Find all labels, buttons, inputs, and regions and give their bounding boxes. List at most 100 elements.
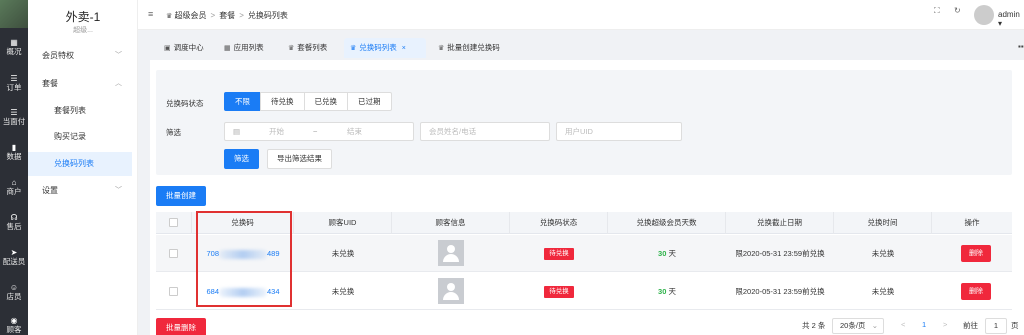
goto-label: 前往 [963, 321, 978, 330]
rail-item-facepay[interactable]: ☰ 当面付 [0, 108, 28, 126]
select-all-checkbox[interactable] [169, 218, 178, 227]
current-page[interactable]: 1 [922, 320, 926, 329]
header-actions: 操作 [964, 218, 980, 227]
clerk-icon: ☺ [9, 283, 19, 292]
days-cell: 30 天 [658, 249, 676, 258]
rail-item-courier[interactable]: ➤ 配送员 [0, 248, 28, 266]
crown-icon: ♛ [166, 13, 173, 20]
date-end: 结束 [347, 127, 362, 136]
rail-item-orders[interactable]: ☰ 订单 [0, 74, 28, 92]
store-name: 外卖-1 [65, 10, 101, 24]
days-cell: 30 天 [658, 287, 676, 296]
member-search-input[interactable]: 会员姓名/电话 [420, 122, 550, 141]
close-icon[interactable]: × [402, 45, 406, 52]
tab-batch-create[interactable]: ♛ 批量创建兑换码 [432, 38, 506, 58]
status-badge: 待兑换 [544, 286, 574, 299]
grid-icon: ▦ [224, 45, 231, 52]
breadcrumb-mid[interactable]: 套餐 [219, 11, 235, 20]
menu-item-package[interactable]: 套餐 ︿ [28, 72, 132, 96]
header-customer-info: 顾客信息 [392, 212, 510, 234]
chevron-down-icon: ⌄ [871, 321, 878, 330]
rail-item-clerk[interactable]: ☺ 店员 [0, 283, 28, 301]
crown-icon: ♛ [438, 45, 445, 52]
rail-item-merchant[interactable]: ⌂ 商户 [0, 178, 28, 196]
menu-item-member-privilege[interactable]: 会员特权 ﹀ [28, 44, 132, 68]
export-button[interactable]: 导出筛选结果 [267, 149, 332, 169]
status-option-expired[interactable]: 已过期 [347, 92, 392, 111]
dispatch-icon: ▣ [164, 45, 171, 52]
batch-create-button[interactable]: 批量创建 [156, 186, 206, 206]
crown-icon: ♛ [350, 45, 357, 52]
status-cell: 待兑换 [510, 235, 608, 272]
row-checkbox[interactable] [169, 287, 178, 296]
header-uid: 顾客UID [294, 212, 392, 234]
filter-button[interactable]: 筛选 [224, 149, 259, 169]
delete-button[interactable]: 删除 [961, 283, 991, 300]
delete-button[interactable]: 删除 [961, 245, 991, 262]
menu-fold-icon[interactable]: ≡ [148, 9, 153, 19]
tab-app-list[interactable]: ▦ 应用列表 [218, 38, 270, 58]
chevron-up-icon: ︿ [115, 80, 122, 87]
rail-item-customer[interactable]: ◉ 顾客 [0, 316, 28, 334]
deadline-cell: 限2020-05-31 23:59前兑换 [735, 249, 825, 258]
page-size-select[interactable]: 20条/页 ⌄ [832, 318, 884, 334]
status-cell: 待兑换 [510, 273, 608, 310]
status-badge: 待兑换 [544, 248, 574, 261]
store-avatar[interactable] [0, 0, 28, 28]
menu-item-package-list[interactable]: 套餐列表 [28, 99, 132, 123]
date-start: 开始 [269, 127, 284, 136]
rail-item-aftersale[interactable]: ☊ 售后 [0, 213, 28, 231]
tab-redeem-code-list[interactable]: ♛ 兑换码列表 × [344, 38, 426, 58]
store-subtitle: 超级... [73, 27, 93, 34]
courier-icon: ➤ [10, 248, 18, 257]
date-range-picker[interactable]: ▤ 开始 ~ 结束 [224, 122, 414, 141]
overview-icon: ▦ [10, 38, 18, 47]
deadline-cell: 限2020-05-31 23:59前兑换 [735, 287, 825, 296]
status-segmented: 不限 待兑换 已兑换 已过期 [224, 92, 392, 111]
store-icon: ⌂ [11, 178, 17, 187]
total-count: 共 2 条 [802, 321, 826, 330]
icon-rail: ▦ 概况 ☰ 订单 ☰ 当面付 ▮ 数据 ⌂ 商户 ☊ 售后 ➤ 配送员 ☺ 店员 ◉ 顾客 [0, 0, 28, 335]
user-avatar[interactable] [974, 5, 994, 25]
next-page-button[interactable]: > [943, 320, 947, 329]
user-menu[interactable]: admin ▾ [998, 10, 1024, 28]
breadcrumb-current: 兑换码列表 [247, 11, 288, 20]
tab-package-list[interactable]: ♛ 套餐列表 [282, 38, 333, 58]
rail-item-overview[interactable]: ▦ 概况 [0, 38, 28, 56]
breadcrumb: ♛ 超级会员 > 套餐 > 兑换码列表 [166, 11, 288, 20]
customer-uid: 未兑换 [331, 249, 355, 258]
rail-item-data[interactable]: ▮ 数据 [0, 143, 28, 161]
tab-dispatch-center[interactable]: ▣ 调度中心 [158, 38, 210, 58]
facepay-icon: ☰ [10, 108, 18, 117]
batch-delete-button[interactable]: 批量删除 [156, 318, 206, 335]
redeem-time-cell: 未兑换 [871, 249, 895, 258]
customer-uid: 未兑换 [331, 287, 355, 296]
customer-icon: ◉ [10, 316, 18, 325]
redeem-time-cell: 未兑换 [871, 287, 895, 296]
refresh-icon[interactable]: ↻ [954, 6, 961, 15]
row-checkbox[interactable] [169, 249, 178, 258]
menu-item-purchase-records[interactable]: 购买记录 [28, 125, 132, 149]
prev-page-button[interactable]: < [901, 320, 905, 329]
menu-item-redeem-code-list[interactable]: 兑换码列表 [28, 152, 132, 176]
header-time: 兑换时间 [834, 212, 932, 234]
page-unit: 页 [1011, 321, 1019, 330]
uid-input[interactable]: 用户UID [556, 122, 682, 141]
status-option-pending[interactable]: 待兑换 [260, 92, 305, 111]
status-option-any[interactable]: 不限 [224, 92, 261, 111]
breadcrumb-root[interactable]: 超级会员 [175, 11, 207, 20]
fullscreen-icon[interactable]: ⛶ [934, 6, 940, 16]
chevron-down-icon: ﹀ [115, 187, 122, 194]
page-tabs: ▣ 调度中心 ▦ 应用列表 ♛ 套餐列表 ♛ 兑换码列表 × ♛ 批量创建兑换码 ▪▪ [138, 38, 1024, 58]
status-label: 兑换码状态 [166, 99, 204, 108]
goto-page-input[interactable]: 1 [985, 318, 1007, 334]
calendar-icon: ▤ [233, 127, 241, 136]
status-option-redeemed[interactable]: 已兑换 [303, 92, 348, 111]
header-days: 兑换超级会员天数 [608, 212, 726, 234]
menu-item-settings[interactable]: 设置 ﹀ [28, 179, 132, 203]
highlight-annotation [196, 211, 292, 307]
screen-label: 筛选 [166, 128, 181, 137]
header-select [156, 212, 192, 234]
tabs-more-icon[interactable]: ▪▪ [1018, 42, 1024, 51]
orders-icon: ☰ [10, 74, 18, 83]
